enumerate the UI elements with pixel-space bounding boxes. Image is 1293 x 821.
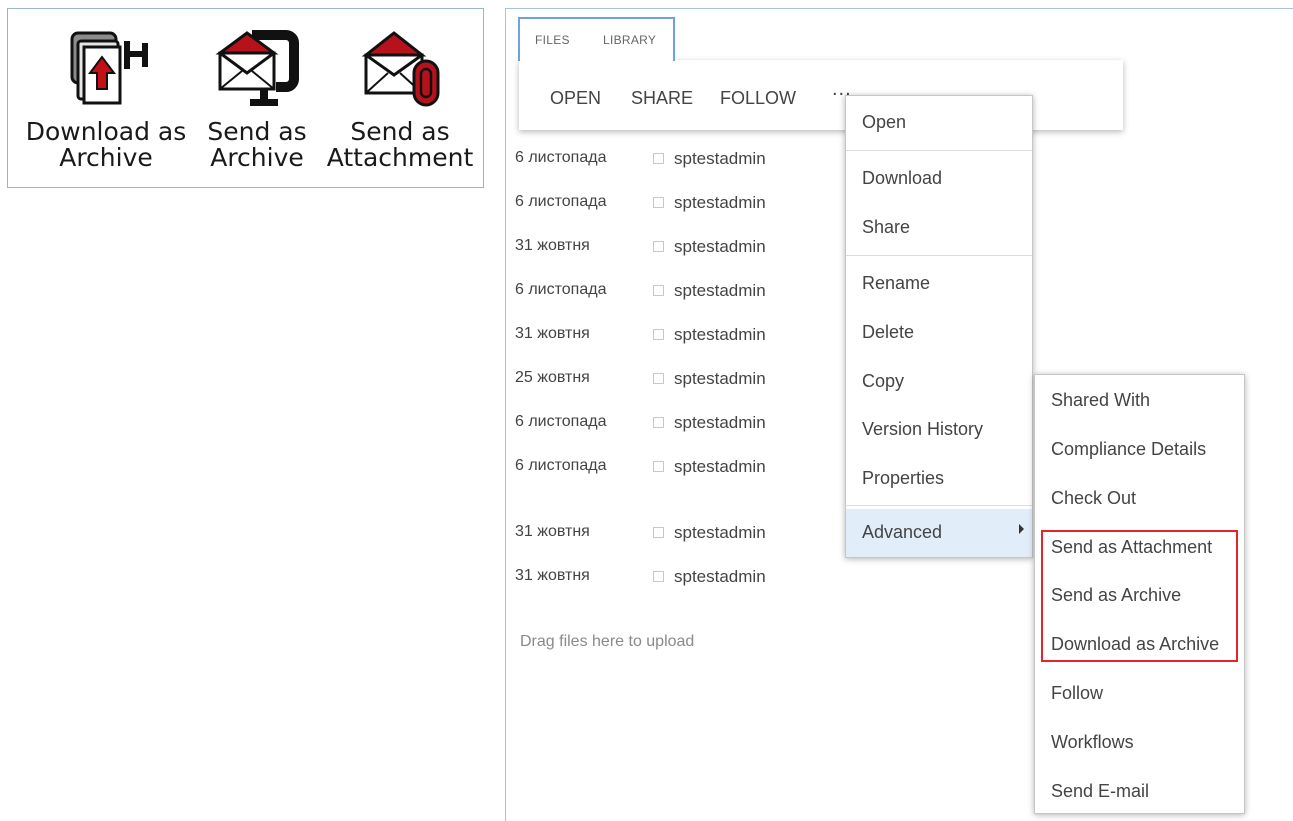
menu-item-workflows[interactable]: Workflows [1035,732,1244,756]
modified-date: 6 листопада [515,149,607,166]
download-as-archive-label: Download as Archive [25,117,187,172]
send-as-archive-button[interactable]: Send as Archive [201,9,313,184]
row-checkbox[interactable] [653,373,664,384]
modified-date: 31 жовтня [515,325,590,342]
modified-by[interactable]: sptestadmin [674,281,766,301]
highlight-box [1041,530,1238,662]
row-checkbox[interactable] [653,461,664,472]
tab-files[interactable]: FILES [535,33,570,47]
row-checkbox[interactable] [653,329,664,340]
menu-item-share[interactable]: Share [846,217,1032,241]
modified-date: 6 листопада [515,281,607,298]
row-checkbox[interactable] [653,527,664,538]
row-checkbox[interactable] [653,571,664,582]
ribbon-tabs: FILES LIBRARY [518,17,675,61]
modified-by[interactable]: sptestadmin [674,523,766,543]
row-checkbox[interactable] [653,153,664,164]
download-as-archive-button[interactable]: Download as Archive [16,9,196,184]
menu-separator [846,255,1032,256]
menu-item-advanced[interactable]: Advanced [846,509,1032,557]
send-as-archive-label: Send as Archive [207,117,307,172]
modified-by[interactable]: sptestadmin [674,567,766,587]
menu-item-properties[interactable]: Properties [846,468,1032,492]
modified-by[interactable]: sptestadmin [674,149,766,169]
menu-item-shared-with[interactable]: Shared With [1035,390,1244,414]
modified-by[interactable]: sptestadmin [674,457,766,477]
chevron-right-icon [1019,524,1024,534]
tab-library[interactable]: LIBRARY [603,33,656,47]
menu-item-open[interactable]: Open [846,112,1032,136]
row-checkbox[interactable] [653,285,664,296]
send-as-attachment-button[interactable]: Send as Attachment [320,9,480,184]
menu-item-delete[interactable]: Delete [846,322,1032,346]
open-command[interactable]: OPEN [550,88,601,109]
modified-date: 31 жовтня [515,237,590,254]
send-attachment-icon [361,31,440,107]
download-archive-icon [70,31,148,105]
modified-date: 6 листопада [515,193,607,210]
modified-date: 31 жовтня [515,567,590,584]
menu-separator [846,505,1032,506]
modified-by[interactable]: sptestadmin [674,413,766,433]
modified-by[interactable]: sptestadmin [674,193,766,213]
modified-by[interactable]: sptestadmin [674,237,766,257]
menu-separator [846,150,1032,151]
send-archive-icon [215,30,299,106]
modified-by[interactable]: sptestadmin [674,369,766,389]
modified-date: 31 жовтня [515,523,590,540]
menu-item-check-out[interactable]: Check Out [1035,488,1244,512]
modified-date: 6 листопада [515,413,607,430]
row-checkbox[interactable] [653,197,664,208]
row-checkbox[interactable] [653,417,664,428]
ribbon-panel: Download as Archive Send as Archive Send… [7,8,484,188]
follow-command[interactable]: FOLLOW [720,88,796,109]
send-as-attachment-label: Send as Attachment [326,117,474,172]
menu-item-version-history[interactable]: Version History [846,419,1032,443]
menu-item-follow[interactable]: Follow [1035,683,1244,707]
modified-by[interactable]: sptestadmin [674,325,766,345]
menu-item-send-email[interactable]: Send E-mail [1035,781,1244,805]
drag-drop-hint[interactable]: Drag files here to upload [520,633,694,651]
share-command[interactable]: SHARE [631,88,693,109]
modified-date: 6 листопада [515,457,607,474]
modified-date: 25 жовтня [515,369,590,386]
menu-item-copy[interactable]: Copy [846,371,1032,395]
menu-item-download[interactable]: Download [846,168,1032,192]
row-checkbox[interactable] [653,241,664,252]
menu-item-rename[interactable]: Rename [846,273,1032,297]
file-context-menu: Open Download Share Rename Delete Copy V… [845,95,1033,558]
menu-item-compliance-details[interactable]: Compliance Details [1035,439,1244,463]
